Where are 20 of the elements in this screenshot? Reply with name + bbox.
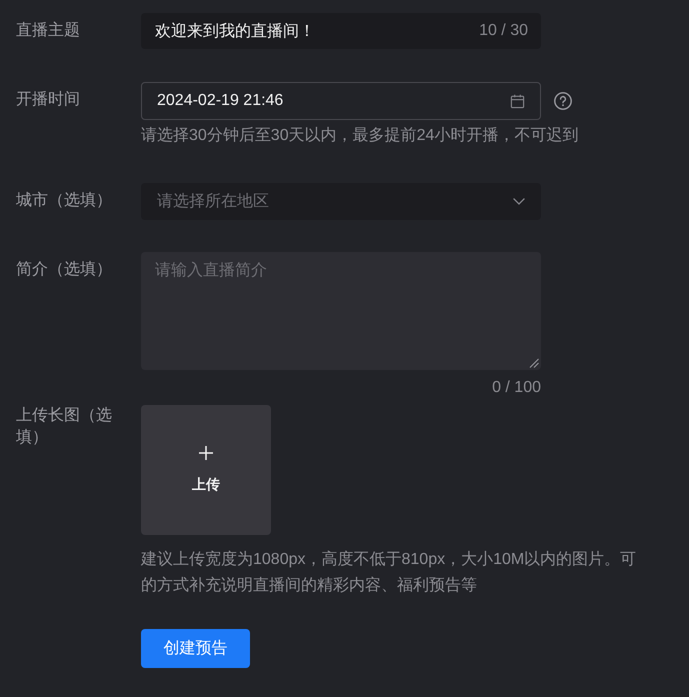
field-label: 上传长图（选填） — [16, 406, 113, 448]
upload-button[interactable]: 上传 — [141, 405, 271, 535]
chevron-down-icon — [513, 198, 525, 205]
city-select[interactable]: 请选择所在地区 — [141, 183, 541, 220]
plus-icon — [199, 446, 213, 460]
field-label: 开播时间 — [16, 90, 81, 110]
calendar-icon — [510, 94, 525, 109]
create-preview-button[interactable]: 创建预告 — [141, 629, 250, 668]
field-label: 直播主题 — [16, 20, 81, 41]
char-counter: 10 / 30 — [479, 21, 528, 41]
field-label: 城市（选填） — [16, 190, 113, 211]
char-counter: 0 / 100 — [491, 378, 541, 398]
hint-text: 建议上传宽度为1080px，高度不低于810px，大小10M以内的图片。可 — [141, 550, 636, 570]
resize-handle-icon[interactable] — [529, 358, 539, 368]
intro-textarea[interactable]: 请输入直播简介 — [141, 252, 541, 370]
hint-text: 请选择30分钟后至30天以内，最多提前24小时开播，不可迟到 — [141, 126, 578, 146]
date-time-field[interactable]: 2024-02-19 21:46 — [141, 82, 541, 120]
help-icon[interactable] — [554, 92, 572, 110]
field-label: 简介（选填） — [16, 260, 113, 280]
hint-text: 的方式补充说明直播间的精彩内容、福利预告等 — [141, 576, 478, 596]
